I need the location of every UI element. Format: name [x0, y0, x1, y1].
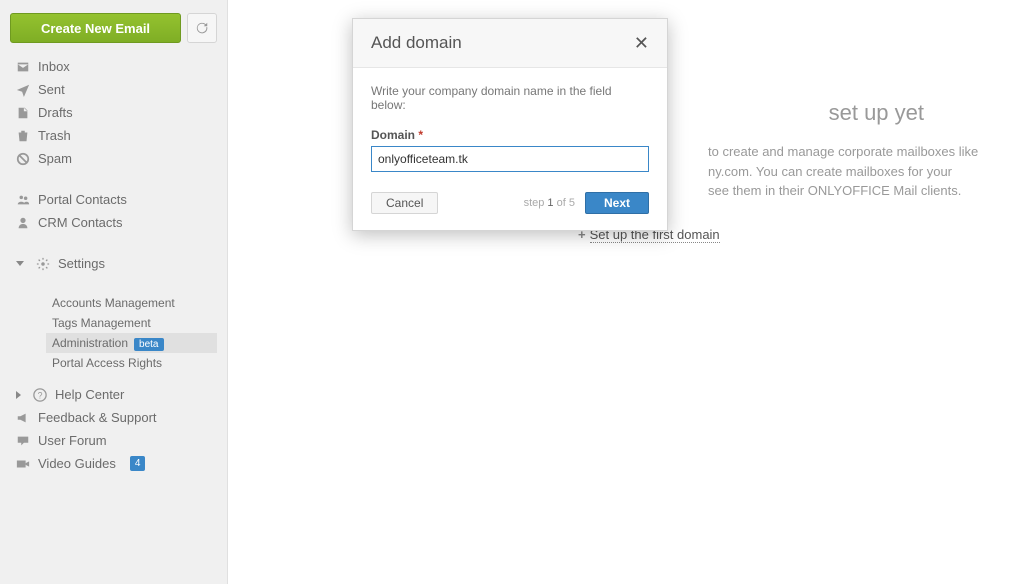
sidebar-item-video[interactable]: Video Guides 4 [16, 456, 211, 471]
video-icon [16, 457, 30, 471]
portal-contacts-icon [16, 193, 30, 207]
modal-instruction: Write your company domain name in the fi… [371, 84, 649, 112]
trash-icon [16, 129, 30, 143]
modal-title: Add domain [371, 33, 462, 53]
sidebar-top-bar: Create New Email [10, 13, 217, 43]
settings-item-tags[interactable]: Tags Management [46, 313, 217, 333]
cancel-button[interactable]: Cancel [371, 192, 438, 214]
create-new-email-button[interactable]: Create New Email [10, 13, 181, 43]
sidebar-item-spam[interactable]: Spam [16, 151, 211, 166]
megaphone-icon [16, 411, 30, 425]
forum-icon [16, 434, 30, 448]
nav-label: Video Guides [38, 456, 116, 471]
nav-label: Trash [38, 128, 71, 143]
caret-down-icon [16, 261, 24, 266]
sidebar-item-forum[interactable]: User Forum [16, 433, 211, 448]
nav-help-group: ? Help Center Feedback & Support User For… [10, 383, 217, 475]
domain-input[interactable] [371, 146, 649, 172]
sidebar-item-portal-contacts[interactable]: Portal Contacts [16, 192, 211, 207]
nav-label: Inbox [38, 59, 70, 74]
sidebar-item-sent[interactable]: Sent [16, 82, 211, 97]
inbox-icon [16, 60, 30, 74]
refresh-button[interactable] [187, 13, 217, 43]
caret-right-icon [16, 391, 21, 399]
spam-icon [16, 152, 30, 166]
step-indicator: step 1 of 5 [524, 197, 575, 209]
modal-body: Write your company domain name in the fi… [353, 68, 667, 180]
gear-icon [36, 257, 50, 271]
sidebar-item-feedback[interactable]: Feedback & Support [16, 410, 211, 425]
svg-text:?: ? [38, 390, 43, 400]
help-icon: ? [33, 388, 47, 402]
nav-label: CRM Contacts [38, 215, 123, 230]
nav-label: Settings [58, 256, 105, 271]
settings-item-administration[interactable]: Administration beta [46, 333, 217, 353]
nav-settings-group: Settings [10, 252, 217, 275]
add-domain-modal: Add domain ✕ Write your company domain n… [352, 18, 668, 231]
settings-item-accounts[interactable]: Accounts Management [46, 293, 217, 313]
nav-label: Feedback & Support [38, 410, 157, 425]
nav-label: Spam [38, 151, 72, 166]
nav-label: Portal Contacts [38, 192, 127, 207]
close-icon[interactable]: ✕ [634, 34, 649, 52]
drafts-icon [16, 106, 30, 120]
crm-contacts-icon [16, 216, 30, 230]
page-description: to create and manage corporate mailboxes… [708, 142, 984, 201]
refresh-icon [195, 21, 209, 35]
nav-label: User Forum [38, 433, 107, 448]
settings-item-rights[interactable]: Portal Access Rights [46, 353, 217, 373]
sidebar-item-drafts[interactable]: Drafts [16, 105, 211, 120]
sent-icon [16, 83, 30, 97]
sidebar-item-trash[interactable]: Trash [16, 128, 211, 143]
domain-field-label: Domain * [371, 128, 649, 142]
sidebar-item-inbox[interactable]: Inbox [16, 59, 211, 74]
nav-contacts: Portal Contacts CRM Contacts [10, 188, 217, 234]
settings-sublist: Accounts Management Tags Management Admi… [46, 293, 217, 373]
modal-header: Add domain ✕ [353, 19, 667, 68]
nav-label: Sent [38, 82, 65, 97]
beta-badge: beta [134, 338, 163, 351]
nav-label: Drafts [38, 105, 73, 120]
sidebar-item-crm-contacts[interactable]: CRM Contacts [16, 215, 211, 230]
sidebar-item-help[interactable]: ? Help Center [16, 387, 211, 402]
video-count-badge: 4 [130, 456, 146, 471]
modal-footer: Cancel step 1 of 5 Next [353, 180, 667, 230]
sidebar: Create New Email Inbox Sent Drafts Trash… [0, 0, 228, 584]
required-asterisk: * [418, 128, 423, 142]
sidebar-item-settings[interactable]: Settings [16, 256, 211, 271]
nav-label: Help Center [55, 387, 124, 402]
nav-mail: Inbox Sent Drafts Trash Spam [10, 55, 217, 170]
next-button[interactable]: Next [585, 192, 649, 214]
nav-label: Administration [52, 336, 128, 350]
